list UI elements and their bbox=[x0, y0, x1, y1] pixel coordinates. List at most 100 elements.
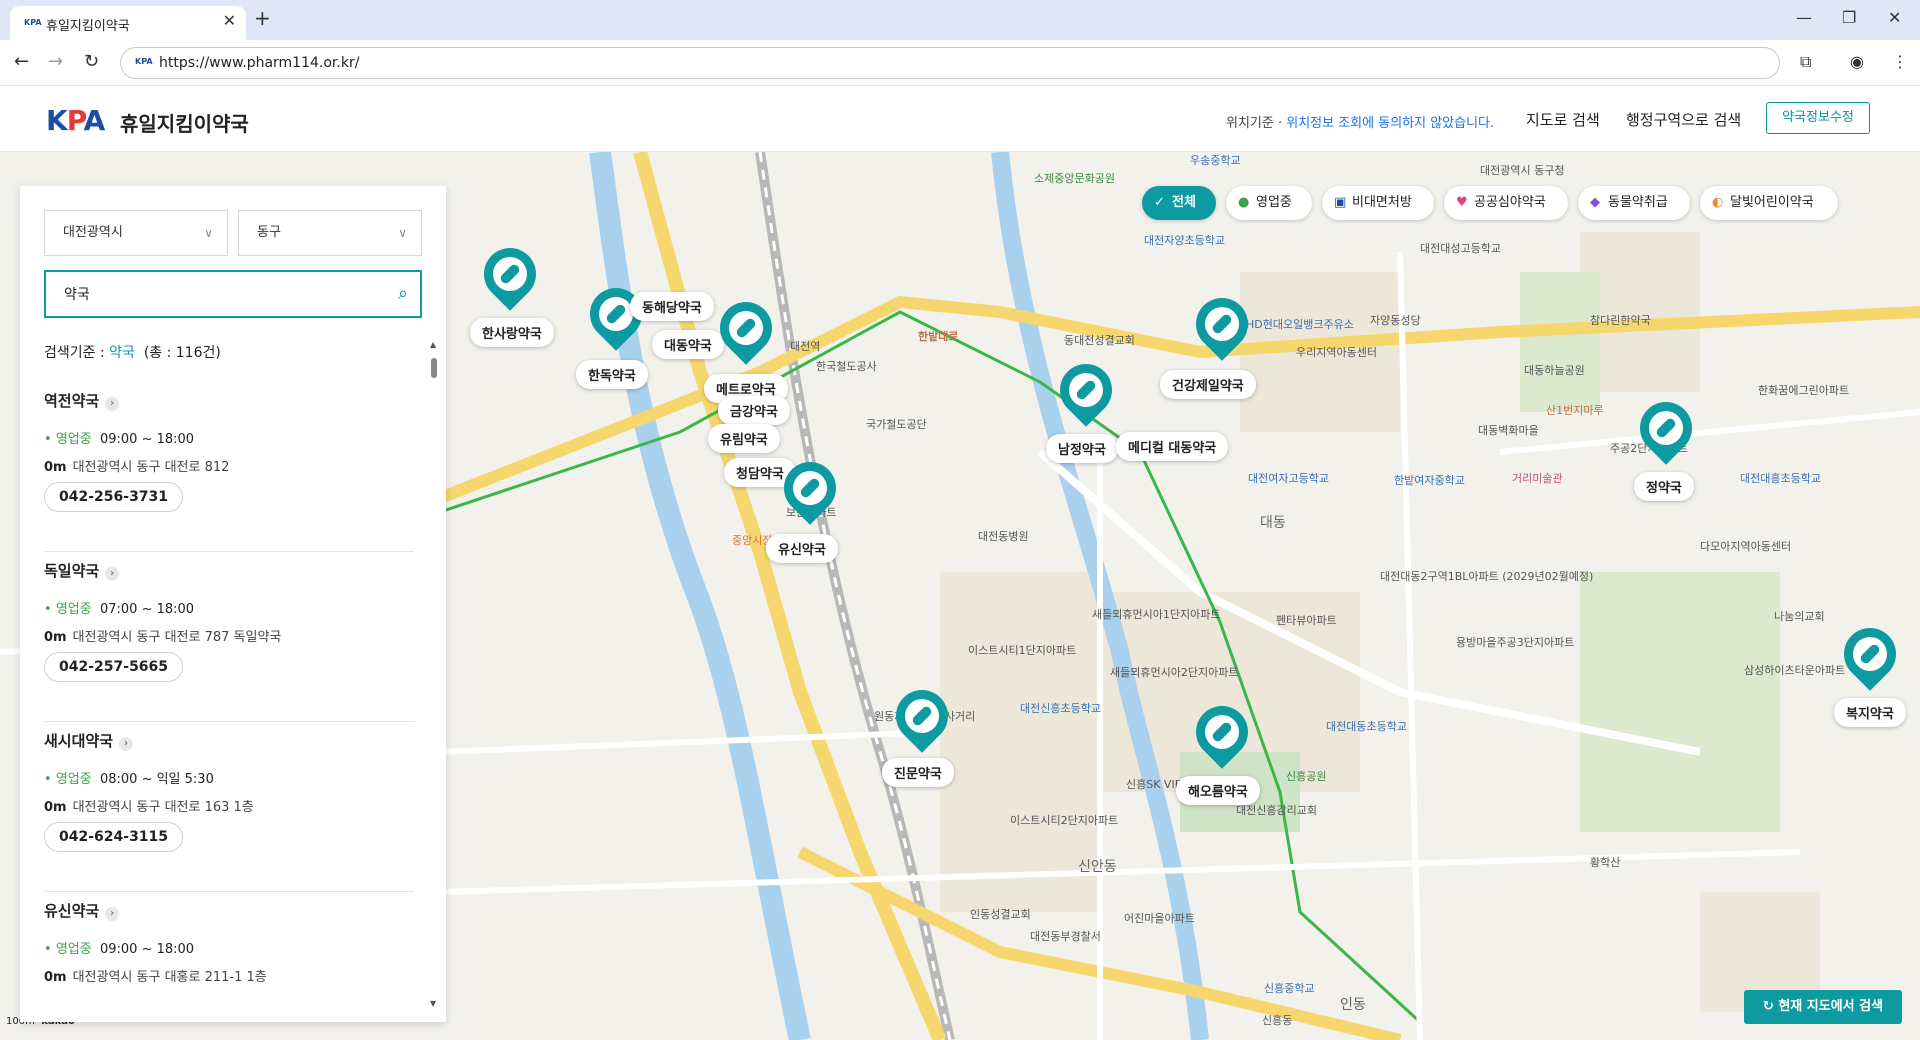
map-label: 이스트시티1단지아파트 bbox=[968, 644, 1077, 657]
pharmacy-pin[interactable] bbox=[709, 291, 783, 372]
map-label: 다모아지역아동센터 bbox=[1700, 540, 1792, 553]
map-label: 대전동부경찰서 bbox=[1030, 930, 1101, 943]
district-select[interactable]: 동구 ∨ bbox=[238, 210, 422, 256]
reload-icon[interactable]: ↻ bbox=[84, 51, 99, 72]
map-label: 펜타뷰아파트 bbox=[1276, 614, 1337, 627]
site-info-icon[interactable]: KPA bbox=[135, 57, 153, 66]
map-label: 한밭대로 bbox=[918, 330, 959, 343]
filter-public-night[interactable]: ♥ 공공심야약국 bbox=[1444, 186, 1568, 220]
nav-map-search[interactable]: 지도로 검색 bbox=[1526, 109, 1600, 130]
heart-icon: ♥ bbox=[1456, 195, 1468, 210]
kpa-logo[interactable]: KPA bbox=[46, 104, 105, 137]
pharmacy-map-label[interactable]: 남정약국 bbox=[1046, 434, 1118, 463]
pharmacy-hours: • 영업중 07:00 ~ 18:00 bbox=[44, 602, 195, 617]
pharmacy-map-label[interactable]: 메디컬 대동약국 bbox=[1116, 432, 1229, 461]
filter-moonlight-children[interactable]: ◐ 달빛어린이약국 bbox=[1700, 186, 1838, 220]
forward-icon[interactable]: → bbox=[48, 51, 63, 72]
check-icon: ✓ bbox=[1154, 195, 1165, 210]
pharmacy-map-label[interactable]: 유신약국 bbox=[766, 534, 838, 563]
tab-close-icon[interactable]: ✕ bbox=[223, 11, 236, 30]
scroll-thumb[interactable] bbox=[431, 358, 437, 378]
search-icon[interactable]: ⌕ bbox=[398, 283, 408, 304]
pharmacy-map-label[interactable]: 복지약국 bbox=[1834, 698, 1906, 727]
pharmacy-map-label[interactable]: 한사랑약국 bbox=[470, 318, 554, 347]
site-name[interactable]: 휴일지킴이약국 bbox=[120, 108, 249, 137]
profile-icon[interactable]: ◉ bbox=[1850, 52, 1864, 71]
filter-all[interactable]: ✓ 전체 bbox=[1142, 186, 1216, 220]
browser-tab[interactable]: KPA 휴일지킴이약국 ✕ bbox=[10, 6, 246, 40]
nav-region-search[interactable]: 행정구역으로 검색 bbox=[1626, 109, 1741, 130]
list-item[interactable]: 역전약국 › • 영업중 09:00 ~ 18:00 0m 대전광역시 동구 대전로… bbox=[44, 382, 414, 552]
pharmacy-map-label[interactable]: 정약국 bbox=[1634, 472, 1694, 501]
map-label: 어진마을아파트 bbox=[1124, 912, 1195, 925]
pharmacy-list: 역전약국 › • 영업중 09:00 ~ 18:00 0m 대전광역시 동구 대전로… bbox=[44, 382, 414, 1010]
list-item[interactable]: 새시대약국 › • 영업중 08:00 ~ 익일 5:30 0m 대전광역시 동구 … bbox=[44, 722, 414, 892]
minimize-icon[interactable]: — bbox=[1796, 8, 1812, 27]
map-label: 한국철도공사 bbox=[816, 360, 877, 373]
phone-button[interactable]: 042-257-5665 bbox=[44, 652, 184, 682]
pharmacy-pin[interactable] bbox=[773, 451, 847, 532]
pharmacy-name[interactable]: 유신약국 › bbox=[44, 900, 120, 921]
map-label: 신흥중학교 bbox=[1264, 982, 1315, 995]
extensions-icon[interactable]: ⧉ bbox=[1800, 52, 1811, 72]
pharmacy-pin[interactable] bbox=[473, 237, 547, 318]
search-input[interactable] bbox=[46, 272, 346, 316]
map-label: 대전대동2구역1BL아파트 (2029년02월예정) bbox=[1380, 570, 1594, 583]
scroll-down-icon[interactable]: ▼ bbox=[430, 999, 436, 1008]
pharmacy-hours: • 영업중 09:00 ~ 18:00 bbox=[44, 942, 195, 957]
pharmacy-map-label[interactable]: 유림약국 bbox=[708, 424, 780, 453]
address-bar[interactable]: KPA https://www.pharm114.or.kr/ bbox=[120, 47, 1780, 79]
location-dot-icon: ● bbox=[1238, 195, 1250, 210]
map-label: 나눔의교회 bbox=[1774, 610, 1825, 623]
pharmacy-name[interactable]: 역전약국 › bbox=[44, 390, 120, 411]
phone-button[interactable]: 042-624-3115 bbox=[44, 822, 184, 852]
filter-open[interactable]: ● 영업중 bbox=[1226, 186, 1312, 220]
pharmacy-map-label[interactable]: 진문약국 bbox=[882, 758, 954, 787]
chevron-down-icon: ∨ bbox=[204, 226, 213, 240]
site-header: KPA 휴일지킴이약국 위치기준 · 위치정보 조회에 동의하지 않았습니다. … bbox=[0, 86, 1920, 152]
pharmacy-map-label[interactable]: 금강약국 bbox=[718, 396, 790, 425]
map-label: 한밭여자중학교 bbox=[1394, 474, 1465, 487]
pharmacy-pin[interactable] bbox=[885, 679, 959, 760]
filter-animal-medicine[interactable]: ◆ 동물약취급 bbox=[1578, 186, 1690, 220]
map-label: 신안동 bbox=[1078, 859, 1117, 875]
pharmacy-map-label[interactable]: 건강제일약국 bbox=[1160, 370, 1256, 399]
scroll-up-icon[interactable]: ▲ bbox=[430, 340, 436, 349]
pharmacy-pin[interactable] bbox=[1629, 391, 1703, 472]
list-item[interactable]: 독일약국 › • 영업중 07:00 ~ 18:00 0m 대전광역시 동구 대전로… bbox=[44, 552, 414, 722]
back-icon[interactable]: ← bbox=[14, 51, 29, 72]
pharmacy-map-label[interactable]: 동해당약국 bbox=[630, 292, 714, 321]
pharmacy-map-label[interactable]: 한독약국 bbox=[576, 360, 648, 389]
pharmacy-info-correction-button[interactable]: 약국정보수정 bbox=[1766, 102, 1870, 134]
pill-icon: ◆ bbox=[1590, 195, 1600, 210]
location-consent-link[interactable]: 위치정보 조회에 동의하지 않았습니다. bbox=[1286, 116, 1494, 131]
pharmacy-map-label[interactable]: 대동약국 bbox=[652, 330, 724, 359]
phone-button[interactable]: 042-256-3731 bbox=[44, 482, 184, 512]
pharmacy-pin[interactable] bbox=[1833, 617, 1907, 698]
pharmacy-pin[interactable] bbox=[1185, 287, 1259, 368]
list-scrollbar[interactable]: ▲ ▼ bbox=[430, 340, 438, 1008]
map-label: 새들뫼휴먼시아2단지아파트 bbox=[1110, 666, 1239, 679]
restore-icon[interactable]: ❐ bbox=[1842, 8, 1856, 27]
pharmacy-address: 0m 대전광역시 동구 대전로 163 1층 bbox=[44, 800, 254, 815]
city-select[interactable]: 대전광역시 ∨ bbox=[44, 210, 228, 256]
search-current-map-button[interactable]: ↻ 현재 지도에서 검색 bbox=[1744, 990, 1902, 1024]
menu-icon[interactable]: ⋮ bbox=[1892, 52, 1908, 71]
pharmacy-name[interactable]: 새시대약국 › bbox=[44, 730, 134, 751]
filter-telemedicine[interactable]: ▣ 비대면처방 bbox=[1322, 186, 1434, 220]
new-tab-icon[interactable]: + bbox=[254, 6, 271, 30]
pharmacy-address: 0m 대전광역시 동구 대전로 812 bbox=[44, 460, 230, 475]
chevron-right-icon: › bbox=[105, 907, 120, 921]
list-item[interactable]: 유신약국 › • 영업중 09:00 ~ 18:00 0m 대전광역시 동구 대홍로… bbox=[44, 892, 414, 1010]
map-label: 새들뫼휴먼시아1단지아파트 bbox=[1092, 608, 1221, 621]
map-label: 한화꿈에그린아파트 bbox=[1758, 384, 1850, 397]
pharmacy-name[interactable]: 독일약국 › bbox=[44, 560, 120, 581]
url-text[interactable]: https://www.pharm114.or.kr/ bbox=[159, 55, 359, 71]
pharmacy-pin[interactable] bbox=[1185, 695, 1259, 776]
map-label: 인동성결교회 bbox=[970, 908, 1031, 921]
pharmacy-map-label[interactable]: 해오름약국 bbox=[1176, 776, 1260, 805]
map-label: 산1번지마루 bbox=[1546, 404, 1604, 417]
window-close-icon[interactable]: ✕ bbox=[1888, 8, 1901, 27]
pharmacy-pin[interactable] bbox=[1049, 353, 1123, 434]
tab-title: 휴일지킴이약국 bbox=[46, 19, 130, 34]
